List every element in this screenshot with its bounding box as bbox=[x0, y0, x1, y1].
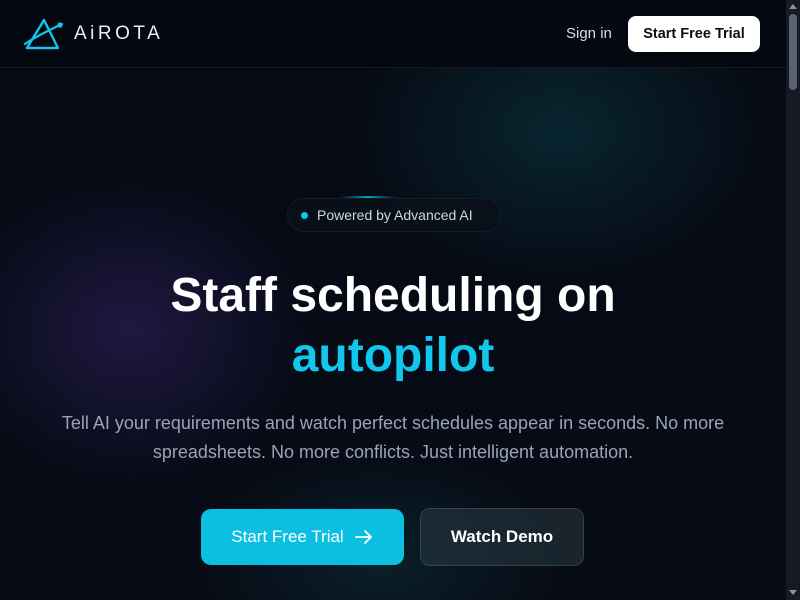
hero-headline: Staff scheduling on autopilot bbox=[0, 266, 786, 386]
site-header: AiROTA Sign in Start Free Trial bbox=[0, 0, 786, 68]
headline-line: Staff scheduling on bbox=[170, 269, 616, 322]
triangle-orbit-icon bbox=[24, 18, 64, 50]
scroll-up-icon[interactable] bbox=[789, 4, 797, 9]
arrow-right-icon bbox=[354, 530, 372, 544]
scrollbar-thumb[interactable] bbox=[789, 14, 797, 90]
header-start-trial-button[interactable]: Start Free Trial bbox=[628, 16, 760, 52]
page-scrollbar[interactable] bbox=[786, 0, 800, 600]
headline-accent: autopilot bbox=[291, 329, 495, 382]
scroll-down-icon[interactable] bbox=[789, 590, 797, 595]
signin-link[interactable]: Sign in bbox=[566, 24, 612, 44]
page-viewport: AiROTA Sign in Start Free Trial Powered … bbox=[0, 0, 786, 600]
start-free-trial-button[interactable]: Start Free Trial bbox=[201, 509, 404, 565]
badge-text: Powered by Advanced AI bbox=[317, 207, 473, 223]
status-dot-icon bbox=[301, 211, 308, 219]
start-trial-label: Start Free Trial bbox=[231, 527, 344, 546]
hero-subtext: Tell AI your requirements and watch perf… bbox=[61, 413, 725, 462]
powered-by-badge: Powered by Advanced AI bbox=[287, 198, 501, 232]
brand-logo[interactable]: AiROTA bbox=[24, 16, 163, 52]
watch-demo-button[interactable]: Watch Demo bbox=[420, 508, 584, 566]
brand-name: AiROTA bbox=[74, 23, 164, 44]
